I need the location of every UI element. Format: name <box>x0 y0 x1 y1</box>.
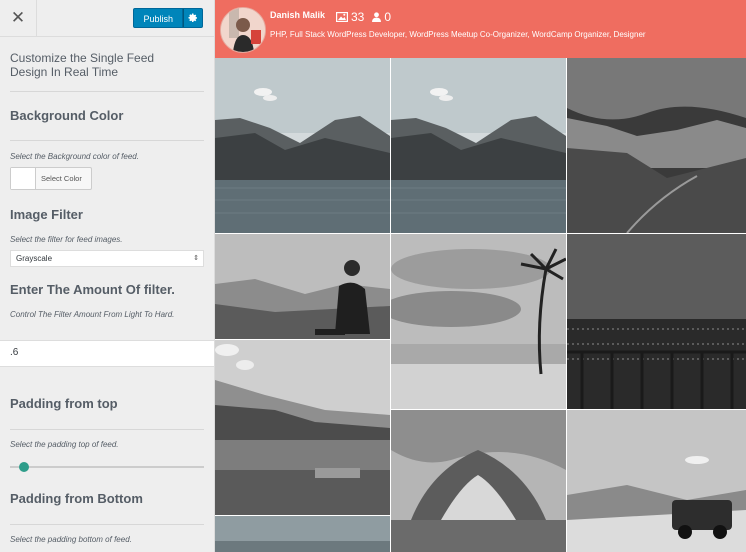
close-button[interactable]: ✕ <box>0 0 37 36</box>
partial-photo[interactable] <box>215 516 390 552</box>
mountain-lake-photo[interactable] <box>391 58 566 233</box>
jeep-desert-photo[interactable] <box>567 410 746 552</box>
monument-photo[interactable] <box>391 410 566 552</box>
slider-thumb[interactable] <box>18 462 29 472</box>
publish-group: Publish <box>133 8 203 28</box>
color-swatch <box>11 168 36 189</box>
avatar[interactable] <box>220 7 266 53</box>
posts-stat: 33 <box>336 10 364 24</box>
profile-name[interactable]: Danish Malik <box>270 10 325 20</box>
palm-beach-photo[interactable] <box>391 234 566 409</box>
padding-top-description: Select the padding top of feed. <box>10 440 119 449</box>
hiker-sitting-photo[interactable] <box>215 234 390 339</box>
select-color-label: Select Color <box>41 174 82 183</box>
customizer-header: ✕ Publish <box>0 0 214 37</box>
divider <box>10 91 204 92</box>
filter-amount-heading: Enter The Amount Of filter. <box>10 282 175 297</box>
gear-icon <box>188 13 197 22</box>
padding-top-heading: Padding from top <box>10 396 118 411</box>
mountain-lake-photo[interactable] <box>215 58 390 233</box>
image-filter-heading: Image Filter <box>10 207 83 222</box>
divider <box>10 429 204 430</box>
city-night-photo[interactable] <box>567 234 746 409</box>
filter-amount-description: Control The Filter Amount From Light To … <box>10 310 175 319</box>
image-filter-description: Select the filter for feed images. <box>10 235 123 244</box>
filter-amount-value: .6 <box>10 347 19 358</box>
background-color-heading: Background Color <box>10 108 124 123</box>
posts-count: 33 <box>351 10 365 24</box>
profile-bio: PHP, Full Stack WordPress Developer, Wor… <box>270 30 646 39</box>
feed-preview: Danish Malik 33 0 PHP, Full Stack WordPr… <box>215 0 746 552</box>
mountain-valley-photo[interactable] <box>567 58 746 233</box>
divider <box>10 140 204 141</box>
followers-count: 0 <box>384 10 392 24</box>
image-filter-select[interactable]: Grayscale ⇕ <box>10 250 204 267</box>
divider <box>10 524 204 525</box>
close-icon: ✕ <box>10 8 26 27</box>
customizer-title: Customize the Single Feed Design In Real… <box>10 51 155 79</box>
padding-bottom-heading: Padding from Bottom <box>10 491 143 506</box>
customizer-sidebar: ✕ Publish Customize the Single Feed Desi… <box>0 0 215 552</box>
user-icon <box>372 12 382 22</box>
filter-amount-input[interactable] <box>0 340 214 367</box>
publish-settings-button[interactable] <box>183 8 203 28</box>
followers-stat: 0 <box>372 10 391 24</box>
background-color-description: Select the Background color of feed. <box>10 152 139 161</box>
padding-top-slider[interactable] <box>10 462 204 472</box>
image-filter-selected: Grayscale <box>16 254 53 263</box>
select-color-button[interactable]: Select Color <box>10 167 92 190</box>
padding-bottom-description: Select the padding bottom of feed. <box>10 535 132 544</box>
image-icon <box>336 12 348 22</box>
publish-button[interactable]: Publish <box>133 8 183 28</box>
select-arrows-icon: ⇕ <box>193 255 199 262</box>
profile-stats: 33 0 <box>336 10 399 24</box>
lakeside-park-photo[interactable] <box>215 340 390 515</box>
profile-header: Danish Malik 33 0 PHP, Full Stack WordPr… <box>215 0 746 58</box>
